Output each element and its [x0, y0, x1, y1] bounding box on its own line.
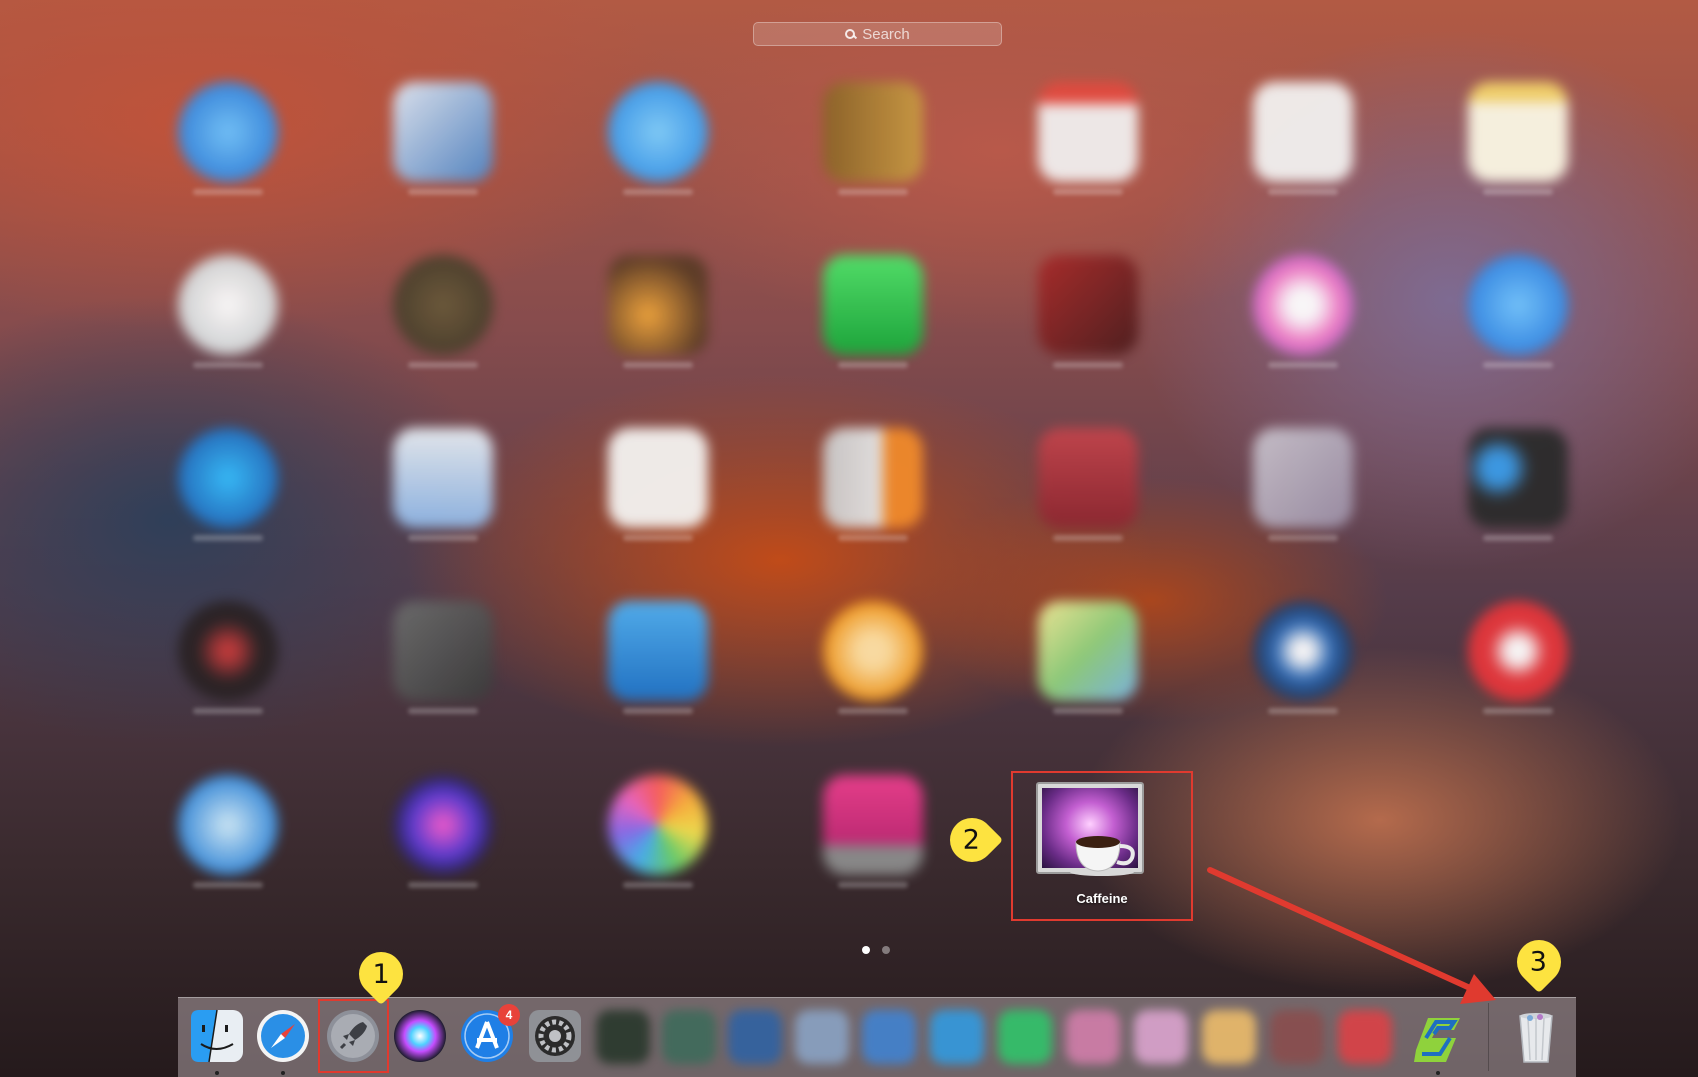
app-dictionary[interactable]: [1033, 423, 1143, 543]
photo-booth-icon: [1038, 255, 1138, 355]
dock-app-blurred-2[interactable]: [662, 1010, 716, 1064]
app-ibooks-author[interactable]: [818, 596, 928, 716]
page-dot-1[interactable]: [862, 946, 870, 954]
mission-control-icon: [1253, 428, 1353, 528]
dock-app-blurred-10[interactable]: [1202, 1010, 1256, 1064]
dock-app-blurred-5[interactable]: [862, 1010, 916, 1064]
app-image-capture[interactable]: [388, 423, 498, 543]
app-imovie[interactable]: [388, 250, 498, 370]
page-dot-2[interactable]: [882, 946, 890, 954]
facetime-icon: [823, 255, 923, 355]
safari-icon[interactable]: [255, 1008, 311, 1064]
app-safari[interactable]: [173, 77, 283, 197]
dock-app-blurred-1[interactable]: [596, 1010, 650, 1064]
image-capture-icon: [393, 428, 493, 528]
app-clock[interactable]: [173, 250, 283, 370]
app-siri-search[interactable]: [388, 770, 498, 890]
app-messages[interactable]: [603, 77, 713, 197]
notes-icon: [1468, 82, 1568, 182]
display-icon: [823, 775, 923, 875]
preview-icon: [393, 82, 493, 182]
utilities-folder-icon: [1468, 428, 1568, 528]
dictionary-icon: [1038, 428, 1138, 528]
callout-step-1: 1: [349, 942, 413, 1006]
page-indicator: [862, 946, 890, 954]
system-preferences-icon[interactable]: [527, 1008, 583, 1064]
finder-icon[interactable]: [189, 1008, 245, 1064]
clock-icon: [178, 255, 278, 355]
callout-step-3: 3: [1507, 930, 1571, 994]
app-launch[interactable]: [1248, 596, 1358, 716]
dock-app-blurred-7[interactable]: [998, 1010, 1052, 1064]
launch-icon: [1253, 601, 1353, 701]
app-display[interactable]: [818, 770, 928, 890]
siri-search-icon: [393, 775, 493, 875]
coffee-cup-icon: [1070, 836, 1135, 876]
dock-app-blurred-11[interactable]: [1270, 1010, 1324, 1064]
app-store-icon: [1468, 255, 1568, 355]
folder-icon: [608, 601, 708, 701]
app-app-store[interactable]: [1463, 250, 1573, 370]
launchpad-highlight-box: [318, 999, 389, 1073]
app-photo-booth[interactable]: [1033, 250, 1143, 370]
network-utility-icon: [178, 428, 278, 528]
photos-icon: [608, 775, 708, 875]
ibooks-icon: [823, 428, 923, 528]
launchpad-grid: [0, 0, 1698, 930]
app-mission-control[interactable]: [1248, 423, 1358, 543]
app-reminders[interactable]: [1248, 77, 1358, 197]
siri-icon[interactable]: [392, 1008, 448, 1064]
uninstaller-icon: [1468, 601, 1568, 701]
app-contacts[interactable]: [818, 77, 928, 197]
dock-app-blurred-3[interactable]: [728, 1010, 782, 1064]
s-app-running-indicator: [1436, 1071, 1440, 1075]
app-garageband[interactable]: [603, 250, 713, 370]
dock-app-blurred-9[interactable]: [1134, 1010, 1188, 1064]
app-itunes[interactable]: [1248, 250, 1358, 370]
chess-icon: [393, 601, 493, 701]
app-siri[interactable]: [173, 770, 283, 890]
app-network-utility[interactable]: [173, 423, 283, 543]
app-notes[interactable]: [1463, 77, 1573, 197]
safari-icon: [178, 82, 278, 182]
itunes-icon: [1253, 255, 1353, 355]
app-textedit[interactable]: [603, 423, 713, 543]
app-facetime[interactable]: [818, 250, 928, 370]
app-maps[interactable]: [1033, 596, 1143, 716]
app-store-badge: 4: [498, 1004, 520, 1026]
trash-icon[interactable]: [1508, 1008, 1564, 1064]
app-chess[interactable]: [388, 596, 498, 716]
reminders-icon: [1253, 82, 1353, 182]
finder-running-indicator: [215, 1071, 219, 1075]
ibooks-author-icon: [823, 601, 923, 701]
messages-icon: [608, 82, 708, 182]
dock-app-blurred-4[interactable]: [795, 1010, 849, 1064]
app-calendar[interactable]: [1033, 77, 1143, 197]
garageband-icon: [608, 255, 708, 355]
calendar-icon: [1038, 82, 1138, 182]
app-ibooks[interactable]: [818, 423, 928, 543]
imovie-icon: [393, 255, 493, 355]
app-folder[interactable]: [603, 596, 713, 716]
dvd-player-icon: [178, 601, 278, 701]
safari-running-indicator: [281, 1071, 285, 1075]
contacts-icon: [823, 82, 923, 182]
app-dvd-player[interactable]: [173, 596, 283, 716]
s-app-icon[interactable]: [1410, 1008, 1466, 1064]
caffeine-label: Caffeine: [1076, 891, 1128, 906]
dock-app-blurred-6[interactable]: [930, 1010, 984, 1064]
siri-icon: [178, 775, 278, 875]
dock-app-blurred-8[interactable]: [1066, 1010, 1120, 1064]
app-preview[interactable]: [388, 77, 498, 197]
app-utilities-folder[interactable]: [1463, 423, 1573, 543]
dock-divider: [1488, 1003, 1489, 1071]
app-photos[interactable]: [603, 770, 713, 890]
maps-icon: [1038, 601, 1138, 701]
textedit-icon: [608, 428, 708, 528]
dock-app-blurred-12[interactable]: [1338, 1010, 1392, 1064]
app-uninstaller[interactable]: [1463, 596, 1573, 716]
